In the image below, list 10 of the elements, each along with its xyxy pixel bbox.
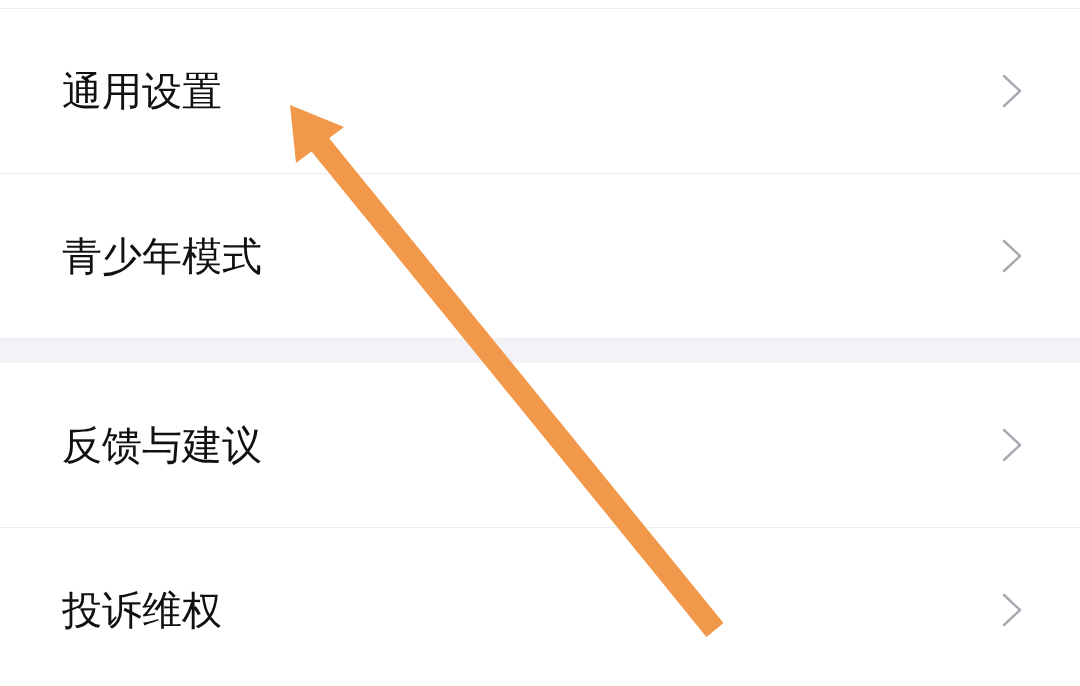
item-label: 青少年模式 bbox=[62, 231, 262, 281]
chevron-right-icon bbox=[1002, 74, 1022, 108]
item-label: 通用设置 bbox=[62, 66, 222, 116]
chevron-right-icon bbox=[1002, 239, 1022, 273]
settings-item[interactable]: 反馈与建议 bbox=[0, 363, 1080, 528]
item-label: 反馈与建议 bbox=[62, 420, 262, 470]
item-label: 投诉维权 bbox=[62, 585, 222, 635]
chevron-right-icon bbox=[1002, 593, 1022, 627]
settings-item[interactable]: 投诉维权 bbox=[0, 528, 1080, 686]
chevron-right-icon bbox=[1002, 428, 1022, 462]
